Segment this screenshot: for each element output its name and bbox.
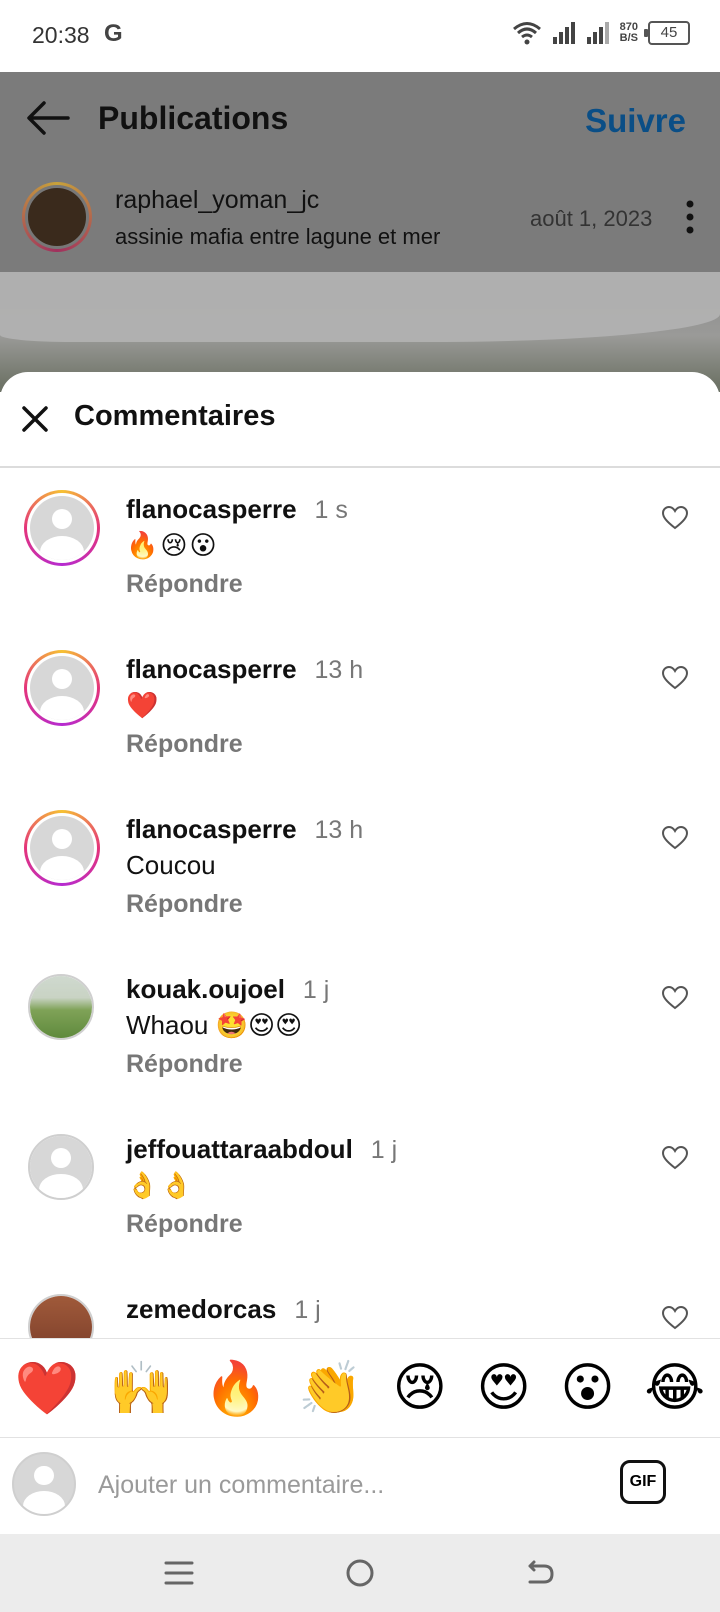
- emoji-fire-button[interactable]: 🔥: [204, 1358, 269, 1419]
- heart-icon[interactable]: [662, 826, 688, 850]
- comment-text: Coucou: [126, 850, 216, 880]
- network-speed: 870 B/S: [620, 22, 638, 44]
- comment-input[interactable]: [96, 1462, 580, 1508]
- heart-icon[interactable]: [662, 986, 688, 1010]
- post-date: août 1, 2023: [530, 206, 653, 231]
- system-navigation-bar: [0, 1534, 720, 1612]
- battery-icon: 45: [644, 21, 690, 45]
- follow-button[interactable]: Suivre: [585, 102, 686, 140]
- page-title: Publications: [98, 100, 289, 136]
- comment-time: 13 h: [314, 816, 364, 844]
- comments-list[interactable]: flanocasperre 1 s 🔥😢😮 Répondre flanocaspe…: [0, 468, 720, 1338]
- back-arrow-icon[interactable]: [24, 98, 72, 138]
- comment-time: 1 j: [370, 1136, 398, 1164]
- heart-icon[interactable]: [662, 1306, 688, 1330]
- comment-time: 1 s: [314, 496, 348, 524]
- reply-button[interactable]: Répondre: [126, 1210, 243, 1239]
- author-avatar[interactable]: [22, 182, 92, 252]
- commenter-avatar[interactable]: [28, 974, 94, 1040]
- heart-icon[interactable]: [662, 1146, 688, 1170]
- post-location[interactable]: assinie mafia entre lagune et mer: [115, 224, 440, 250]
- emoji-raised-hands-button[interactable]: 🙌: [109, 1358, 174, 1419]
- commenter-avatar[interactable]: [28, 1294, 94, 1338]
- signal-icon-2: [586, 22, 609, 44]
- comment-text: Whaou 🤩😍😍: [126, 1010, 303, 1040]
- comment-time: 1 j: [294, 1296, 321, 1324]
- comment-user-name[interactable]: kouak.oujoel: [126, 974, 285, 1004]
- comment-time: 1 j: [302, 976, 330, 1004]
- comment-text: 👌👌: [126, 1170, 195, 1200]
- comment-user-name[interactable]: zemedorcas: [126, 1294, 276, 1324]
- author-name[interactable]: raphael_yoman_jc: [115, 186, 319, 215]
- comment-username[interactable]: flanocasperre 13 h: [126, 814, 363, 845]
- post-backdrop[interactable]: Publications Suivre raphael_yoman_jc ass…: [0, 72, 720, 392]
- comment-item: flanocasperre 13 h Coucou Répondre: [0, 788, 720, 952]
- sheet-header: Commentaires: [0, 372, 720, 468]
- status-icons: 870 B/S 45: [512, 20, 690, 46]
- comment-username[interactable]: kouak.oujoel 1 j: [126, 974, 329, 1005]
- reply-button[interactable]: Répondre: [126, 730, 243, 759]
- comment-item: kouak.oujoel 1 j Whaou 🤩😍😍 Répondre: [0, 948, 720, 1112]
- comment-item: flanocasperre 1 s 🔥😢😮 Répondre: [0, 468, 720, 632]
- commenter-avatar[interactable]: [24, 490, 100, 566]
- signal-icon: [552, 22, 575, 44]
- back-icon[interactable]: [522, 1556, 556, 1590]
- sheet-title: Commentaires: [74, 400, 276, 432]
- comment-time: 13 h: [314, 656, 364, 684]
- reply-button[interactable]: Répondre: [126, 890, 243, 919]
- more-options-icon[interactable]: [686, 200, 694, 234]
- network-speed-unit: B/S: [619, 32, 638, 44]
- comment-user-name[interactable]: jeffouattaraabdoul: [126, 1134, 353, 1164]
- comment-username[interactable]: flanocasperre 13 h: [126, 654, 363, 685]
- menu-icon[interactable]: [162, 1556, 196, 1590]
- comment-username[interactable]: zemedorcas 1 j: [126, 1294, 321, 1325]
- status-bar: 20:38 G 870 B/S 45: [0, 0, 720, 72]
- emoji-clap-button[interactable]: 👏: [298, 1358, 363, 1419]
- my-avatar: [12, 1452, 76, 1516]
- emoji-surprised-button[interactable]: 😮: [560, 1358, 614, 1418]
- comment-text: 🔥😢😮: [126, 530, 219, 560]
- emoji-heart-eyes-button[interactable]: 😍: [477, 1358, 531, 1418]
- comment-user-name[interactable]: flanocasperre: [126, 494, 297, 524]
- reply-button[interactable]: Répondre: [126, 1050, 243, 1079]
- heart-icon[interactable]: [662, 506, 688, 530]
- home-circle-icon[interactable]: [343, 1556, 377, 1590]
- gif-button[interactable]: GIF: [620, 1460, 666, 1504]
- comment-item: flanocasperre 13 h ❤️ Répondre: [0, 628, 720, 792]
- emoji-heart-button[interactable]: ❤️: [15, 1358, 80, 1419]
- wifi-icon: [512, 22, 541, 45]
- emoji-crying-button[interactable]: 😢: [393, 1358, 447, 1418]
- close-icon[interactable]: [20, 404, 50, 434]
- commenter-avatar[interactable]: [24, 650, 100, 726]
- comment-username[interactable]: jeffouattaraabdoul 1 j: [126, 1134, 397, 1165]
- emoji-reaction-bar: ❤️ 🙌 🔥 👏 😢 😍 😮 😂: [0, 1338, 720, 1439]
- comment-item: jeffouattaraabdoul 1 j 👌👌 Répondre: [0, 1108, 720, 1272]
- comment-text: ❤️: [126, 690, 161, 720]
- reply-button[interactable]: Répondre: [126, 570, 243, 599]
- google-icon: G: [104, 20, 123, 47]
- comment-item: zemedorcas 1 j: [0, 1268, 720, 1338]
- status-time: 20:38: [32, 22, 90, 48]
- comment-user-name[interactable]: flanocasperre: [126, 814, 297, 844]
- commenter-avatar[interactable]: [28, 1134, 94, 1200]
- emoji-laughing-button[interactable]: 😂: [644, 1358, 705, 1418]
- commenter-avatar[interactable]: [24, 810, 100, 886]
- heart-icon[interactable]: [662, 666, 688, 690]
- comment-username[interactable]: flanocasperre 1 s: [126, 494, 348, 525]
- comment-composer: GIF: [0, 1438, 720, 1534]
- comment-user-name[interactable]: flanocasperre: [126, 654, 297, 684]
